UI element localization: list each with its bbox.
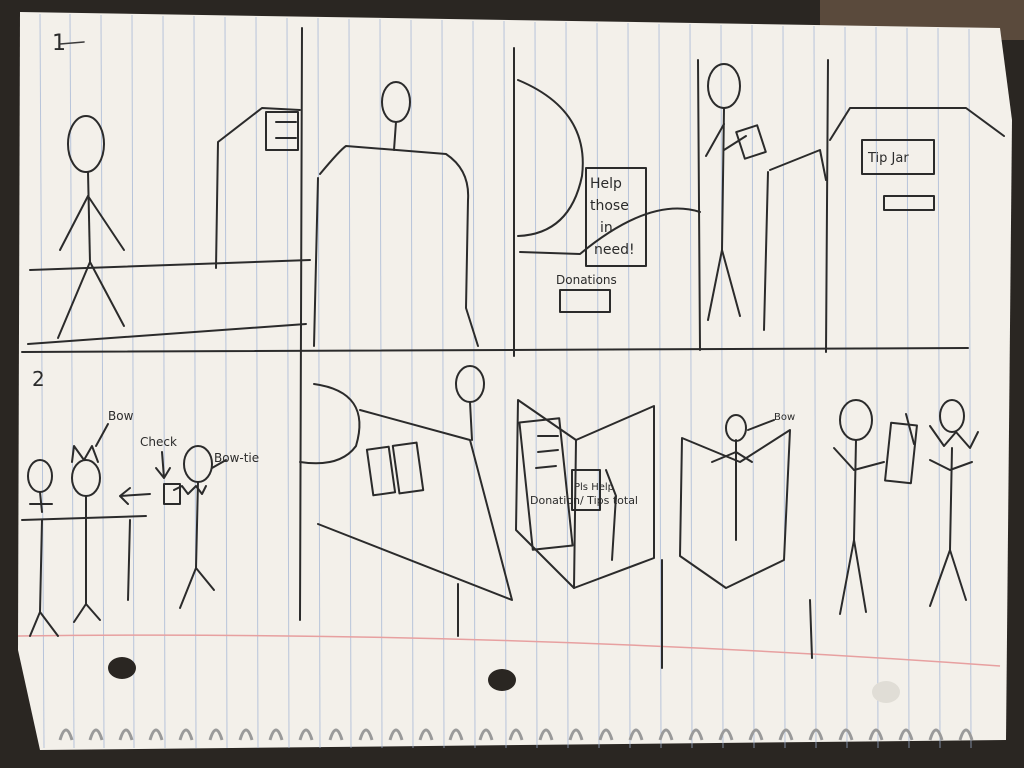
label-check: Check (140, 435, 177, 449)
notebook-photo: 1 2 Help those in need! Donations Tip Ja… (0, 0, 1024, 768)
row-number-2: 2 (32, 367, 45, 391)
sign-line-those: those (590, 198, 629, 214)
label-bowtie: Bow-tie (214, 451, 259, 465)
tip-jar-label: Tip Jar (867, 151, 909, 166)
book-right-text: Pls Help (574, 482, 614, 493)
sketch-canvas: 1 2 Help those in need! Donations Tip Ja… (0, 0, 1024, 768)
sign-line-need: need! (594, 242, 635, 258)
sign-line-in: in (600, 220, 613, 236)
sign-line-help: Help (590, 176, 622, 192)
label-bow: Bow (108, 409, 134, 423)
binder-hole-middle (488, 669, 516, 691)
binder-hole-right (872, 681, 900, 703)
panel4-label-bow: Bow (774, 412, 795, 423)
binder-hole-left (108, 657, 136, 679)
book-left-text: Donation/ Tips total (530, 494, 638, 507)
sign-line-donations: Donations (556, 273, 617, 287)
